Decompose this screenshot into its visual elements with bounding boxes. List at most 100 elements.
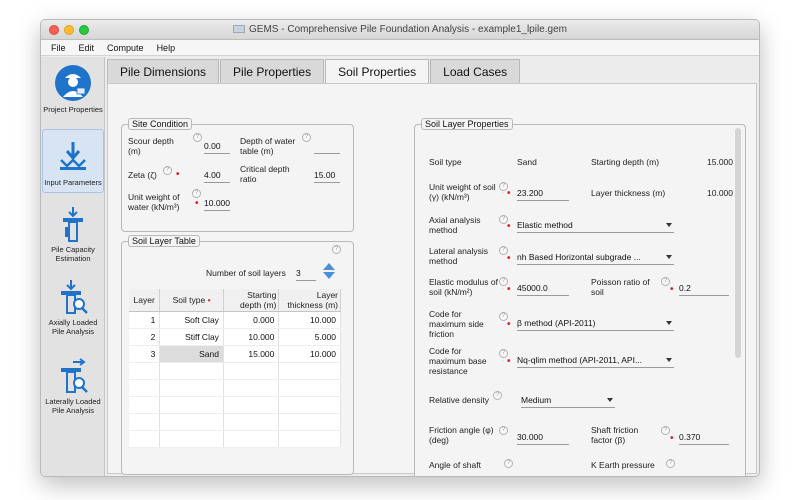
base-resistance-select[interactable]: Nq-qlim method (API-2011, API... <box>517 355 674 368</box>
pile-download-icon <box>63 207 83 242</box>
soil-layer-count-label: Number of soil layers <box>206 268 286 278</box>
chevron-down-icon <box>607 398 613 402</box>
help-icon[interactable]: ? <box>163 166 172 175</box>
base-resistance-label: Code for maximum base resistance <box>429 346 487 376</box>
required-indicator: • <box>507 284 511 295</box>
lateral-method-select[interactable]: nh Based Horizontal subgrade ... <box>517 252 674 265</box>
side-friction-select[interactable]: β method (API-2011) <box>517 318 674 331</box>
relative-density-value: Medium <box>521 395 552 405</box>
table-row-empty <box>129 396 341 414</box>
layer-thickness-label: Layer thickness (m) <box>591 188 666 198</box>
maximize-window-button[interactable] <box>79 25 89 35</box>
help-icon[interactable]: ? <box>504 459 513 468</box>
help-icon[interactable]: ? <box>493 391 502 400</box>
unit-weight-water-label: Unit weight of water (kN/m³) <box>128 192 180 212</box>
table-cell-selected[interactable]: Sand <box>159 345 224 363</box>
help-icon[interactable]: ? <box>332 245 341 254</box>
properties-scrollbar[interactable] <box>735 128 741 358</box>
tab-pile-dimensions[interactable]: Pile Dimensions <box>107 59 220 84</box>
base-resistance-value: Nq-qlim method (API-2011, API... <box>517 355 643 365</box>
required-indicator: • <box>507 356 511 367</box>
help-icon[interactable]: ? <box>192 189 201 198</box>
unit-weight-soil-label: Unit weight of soil (γ) (kN/m³) <box>429 182 496 202</box>
close-window-button[interactable] <box>49 25 59 35</box>
help-icon[interactable]: ? <box>661 277 670 286</box>
table-cell[interactable]: 15.000 <box>223 345 280 363</box>
side-friction-value: β method (API-2011) <box>517 318 596 328</box>
help-icon[interactable]: ? <box>661 426 670 435</box>
chevron-down-icon <box>666 223 672 227</box>
column-header-layer-thickness: Layer thickness (m) <box>278 289 341 312</box>
tab-pile-properties[interactable]: Pile Properties <box>220 59 325 84</box>
required-indicator: • <box>507 188 511 199</box>
download-pile-icon <box>60 142 86 170</box>
help-icon[interactable]: ? <box>499 426 508 435</box>
table-cell[interactable]: Stiff Clay <box>159 328 224 346</box>
help-icon[interactable]: ? <box>666 459 675 468</box>
nav-label: Input Parameters <box>44 178 102 187</box>
unit-weight-water-input[interactable]: 10.000 <box>204 198 230 211</box>
table-row-empty <box>129 379 341 397</box>
relative-density-select[interactable]: Medium <box>521 395 615 408</box>
k-earth-pressure-label: K Earth pressure <box>591 460 655 470</box>
soil-layer-properties-group: Soil Layer Properties <box>414 118 746 476</box>
table-row-empty <box>129 362 341 380</box>
friction-angle-input[interactable]: 30.000 <box>517 432 569 445</box>
axial-method-select[interactable]: Elastic method <box>517 220 674 233</box>
nav-project-properties[interactable]: Project Properties <box>42 60 104 124</box>
unit-weight-soil-input[interactable]: 23.200 <box>517 188 569 201</box>
critical-depth-label: Critical depth ratio <box>240 164 290 184</box>
nav-input-parameters[interactable]: Input Parameters <box>42 129 104 193</box>
column-header-starting-depth: Starting depth (m) <box>223 289 280 312</box>
tab-bar: Pile Dimensions Pile Properties Soil Pro… <box>107 59 521 84</box>
required-indicator: • <box>507 221 511 232</box>
table-cell[interactable]: Soft Clay <box>159 311 224 329</box>
table-row-empty <box>129 430 341 448</box>
table-row[interactable]: 2 Stiff Clay 10.000 5.000 <box>129 328 341 346</box>
elastic-modulus-input[interactable]: 45000.0 <box>517 283 569 296</box>
scour-depth-input[interactable]: 0.00 <box>204 141 230 154</box>
pile-search-icon <box>61 280 88 314</box>
chevron-down-icon <box>666 255 672 259</box>
table-cell[interactable]: 10.000 <box>278 311 341 329</box>
site-condition-legend: Site Condition <box>128 118 193 130</box>
nav-pile-capacity-estimation[interactable]: Pile Capacity Estimation <box>42 205 104 269</box>
nav-label: Axially Loaded Pile Analysis <box>48 318 98 336</box>
shaft-friction-input[interactable]: 0.370 <box>679 432 729 445</box>
table-cell[interactable]: 0.000 <box>223 311 280 329</box>
zeta-label: Zeta (ζ) <box>128 170 157 180</box>
help-icon[interactable]: ? <box>193 133 202 142</box>
tab-load-cases[interactable]: Load Cases <box>430 59 521 84</box>
menu-compute[interactable]: Compute <box>107 43 144 53</box>
nav-axially-loaded[interactable]: Axially Loaded Pile Analysis <box>42 278 104 342</box>
title-bar: GEMS - Comprehensive Pile Foundation Ana… <box>41 20 759 40</box>
zeta-input[interactable]: 4.00 <box>204 170 230 183</box>
table-row-empty <box>129 413 341 431</box>
soil-type-label: Soil type <box>429 157 462 167</box>
table-row[interactable]: 3 Sand 15.000 10.000 <box>129 345 341 363</box>
required-indicator: • <box>670 433 674 444</box>
soil-layer-table-legend: Soil Layer Table <box>128 235 200 247</box>
poisson-ratio-input[interactable]: 0.2 <box>679 283 729 296</box>
menu-file[interactable]: File <box>51 43 66 53</box>
menu-edit[interactable]: Edit <box>79 43 95 53</box>
starting-depth-label: Starting depth (m) <box>591 157 660 167</box>
soil-layer-count-input[interactable]: 3 <box>296 268 316 281</box>
required-indicator: • <box>195 198 199 209</box>
table-cell[interactable]: 10.000 <box>223 328 280 346</box>
table-cell: 3 <box>129 345 161 363</box>
water-table-input[interactable] <box>314 141 340 154</box>
table-cell[interactable]: 5.000 <box>278 328 341 346</box>
nav-laterally-loaded[interactable]: Laterally Loaded Pile Analysis <box>42 357 104 421</box>
table-cell[interactable]: 10.000 <box>278 345 341 363</box>
layer-count-spinner[interactable] <box>322 262 336 280</box>
table-cell: 1 <box>129 311 161 329</box>
critical-depth-input[interactable]: 15.00 <box>314 170 340 183</box>
angle-of-shaft-label: Angle of shaft <box>429 460 481 470</box>
menu-help[interactable]: Help <box>157 43 176 53</box>
side-friction-label: Code for maximum side friction <box>429 309 484 339</box>
help-icon[interactable]: ? <box>302 133 311 142</box>
tab-soil-properties[interactable]: Soil Properties <box>325 59 430 84</box>
table-row[interactable]: 1 Soft Clay 0.000 10.000 <box>129 311 341 329</box>
minimize-window-button[interactable] <box>64 25 74 35</box>
